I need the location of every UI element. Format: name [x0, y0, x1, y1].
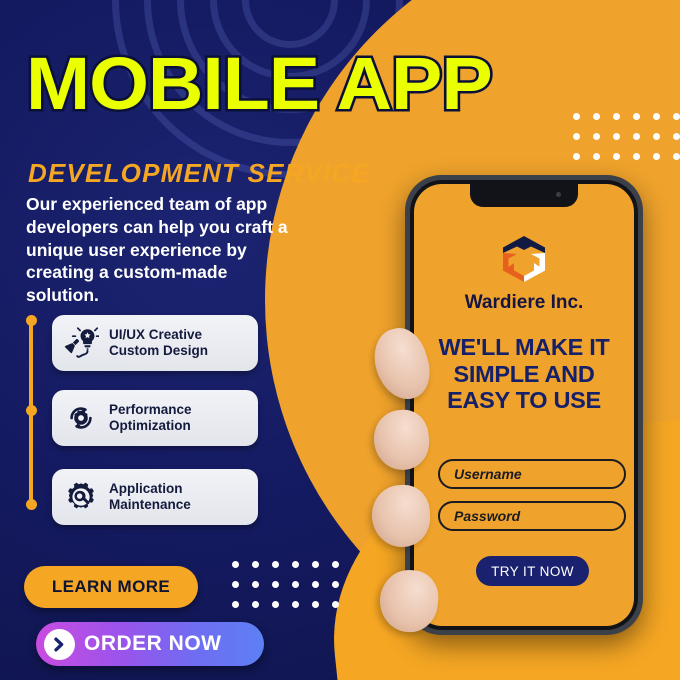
timeline-connector	[26, 315, 37, 510]
page-subtitle: DEVELOPMENT SERVICE	[28, 158, 371, 188]
dot-grid-decoration-top	[573, 113, 680, 160]
phone-headline: WE'LL MAKE IT SIMPLE AND EASY TO USE	[438, 334, 610, 414]
feature-card-performance[interactable]: Performance Optimization	[52, 390, 258, 446]
timeline-dot	[26, 499, 37, 510]
feature-card-label: Performance Optimization	[109, 402, 192, 433]
dot-grid-decoration-bottom	[232, 561, 339, 608]
phone-mockup: Wardiere Inc. WE'LL MAKE IT SIMPLE AND E…	[405, 175, 643, 635]
brand-name: Wardiere Inc.	[464, 292, 584, 313]
lightbulb-pen-icon	[61, 323, 101, 363]
feature-card-label: UI/UX Creative Custom Design	[109, 327, 209, 358]
order-now-button[interactable]: ORDER NOW	[36, 622, 264, 666]
username-input[interactable]	[438, 459, 626, 489]
wardiere-hexagon-logo	[495, 230, 553, 293]
page-title: MOBILE APP	[23, 42, 495, 125]
gear-refresh-icon	[61, 398, 101, 438]
promotional-poster: MOBILE APP DEVELOPMENT SERVICE Our exper…	[0, 0, 680, 680]
phone-screen: Wardiere Inc. WE'LL MAKE IT SIMPLE AND E…	[414, 184, 634, 626]
try-it-now-button[interactable]: TRY IT NOW	[476, 556, 589, 586]
feature-card-maintenance[interactable]: Application Maintenance	[52, 469, 258, 525]
camera-icon	[556, 192, 561, 197]
chevron-right-circle-icon	[44, 628, 75, 660]
gear-magnifier-icon	[61, 477, 101, 517]
timeline-dot	[26, 405, 37, 416]
timeline-dot	[26, 315, 37, 326]
feature-card-uiux[interactable]: UI/UX Creative Custom Design	[52, 315, 258, 371]
phone-bezel: Wardiere Inc. WE'LL MAKE IT SIMPLE AND E…	[410, 180, 638, 630]
phone-notch	[470, 184, 578, 207]
password-input[interactable]	[438, 501, 626, 531]
description-text: Our experienced team of app developers c…	[26, 194, 288, 305]
feature-card-label: Application Maintenance	[109, 481, 191, 512]
learn-more-button[interactable]: LEARN MORE	[24, 566, 198, 608]
order-now-label: ORDER NOW	[84, 632, 222, 655]
